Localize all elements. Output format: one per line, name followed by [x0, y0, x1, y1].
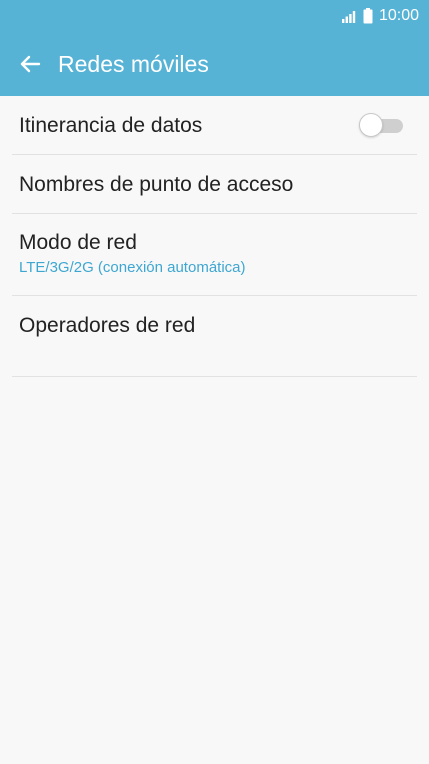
- network-mode-row[interactable]: Modo de red LTE/3G/2G (conexión automáti…: [12, 214, 417, 296]
- status-bar: 10:00: [0, 0, 429, 32]
- data-roaming-toggle[interactable]: [359, 113, 405, 137]
- settings-list: Itinerancia de datos Nombres de punto de…: [0, 96, 429, 377]
- toggle-thumb: [359, 113, 383, 137]
- app-bar: Redes móviles: [0, 32, 429, 96]
- status-time: 10:00: [378, 7, 419, 24]
- network-operators-label: Operadores de red: [19, 314, 196, 337]
- network-mode-label: Modo de red: [19, 231, 137, 254]
- signal-icon: [341, 11, 356, 23]
- status-icons: 10:00: [341, 6, 419, 26]
- network-operators-row[interactable]: Operadores de red: [12, 296, 417, 377]
- back-button[interactable]: [8, 42, 52, 86]
- screen: 10:00 Redes móviles Itinerancia de datos…: [0, 0, 429, 764]
- data-roaming-row[interactable]: Itinerancia de datos: [12, 96, 417, 155]
- page-title: Redes móviles: [58, 51, 209, 77]
- network-mode-summary: LTE/3G/2G (conexión automática): [19, 259, 246, 276]
- battery-icon: [363, 8, 373, 24]
- access-point-names-label: Nombres de punto de acceso: [19, 173, 294, 196]
- arrow-left-icon: [20, 55, 41, 73]
- access-point-names-row[interactable]: Nombres de punto de acceso: [12, 155, 417, 214]
- data-roaming-label: Itinerancia de datos: [19, 114, 203, 137]
